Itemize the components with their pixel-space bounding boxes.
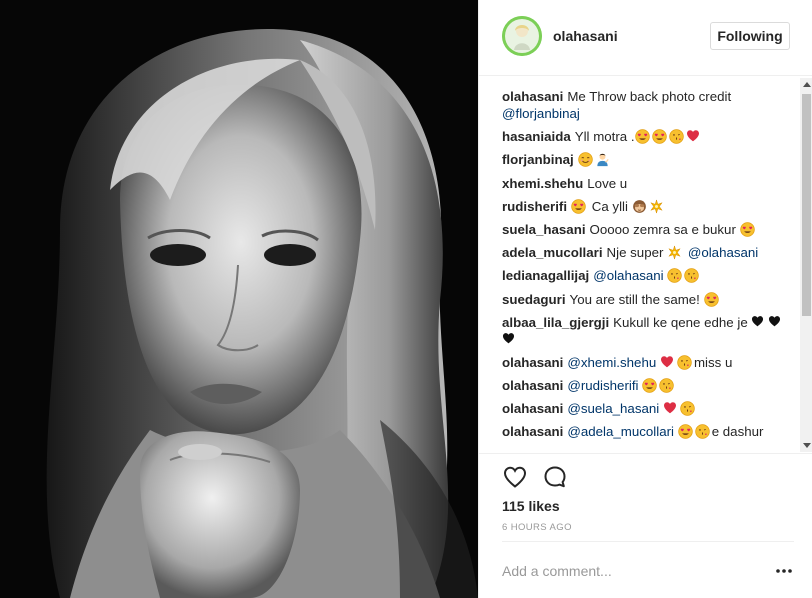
post-panel: olahasani Following olahasani Me Throw ba… (478, 0, 812, 598)
kiss-emoji-icon (668, 129, 684, 144)
comment-username[interactable]: suedaguri (502, 292, 566, 307)
kiss-emoji-icon (677, 355, 692, 370)
scroll-thumb[interactable] (802, 94, 811, 316)
add-comment-bar (502, 541, 794, 598)
speech-bubble-icon[interactable] (542, 464, 568, 490)
comment-text: Ca ylli (588, 198, 632, 214)
comment-username[interactable]: albaa_lila_gjergji (502, 315, 609, 330)
comment-item: adela_mucollari Nje super @olahasani (502, 244, 794, 261)
comment-username[interactable]: olahasani (502, 424, 563, 439)
comment-mention-link[interactable]: @adela_mucollari (567, 424, 674, 439)
heart-eyes-emoji-icon (739, 222, 755, 237)
heart-emoji-icon (663, 401, 678, 416)
heart-emoji-icon (686, 129, 701, 144)
comment-username[interactable]: ledianagallijaj (502, 268, 589, 283)
more-options-icon[interactable] (774, 561, 794, 581)
comment-username[interactable]: suela_hasani (502, 222, 586, 237)
post-timestamp[interactable]: 6 HOURS AGO (502, 522, 572, 533)
comment-text: Love u (587, 175, 628, 191)
comments-list[interactable]: olahasani Me Throw back photo credit @flo… (502, 88, 794, 458)
see-no-evil-monkey-emoji-icon (632, 199, 647, 214)
comment-username[interactable]: olahasani (502, 89, 563, 104)
heart-eyes-emoji-icon (642, 378, 657, 393)
avatar[interactable] (502, 16, 542, 56)
kiss-emoji-icon (684, 268, 700, 284)
comment-username[interactable]: olahasani (502, 378, 563, 393)
heart-eyes-emoji-icon (571, 199, 586, 214)
sparkle-emoji-icon (649, 198, 664, 214)
post-photo[interactable] (0, 0, 478, 598)
heart-eyes-emoji-icon (703, 291, 719, 307)
comment-mention-link[interactable]: @florjanbinaj (502, 106, 580, 121)
add-comment-input[interactable] (502, 560, 742, 582)
comment-item: olahasani Me Throw back photo credit @flo… (502, 88, 794, 122)
comment-item: hasaniaida Yll motra . (502, 128, 794, 145)
comment-username[interactable]: hasaniaida (502, 129, 571, 144)
comment-text: Yll motra . (574, 129, 635, 145)
following-button[interactable]: Following (710, 22, 790, 50)
scroll-down-arrow-icon[interactable] (803, 443, 811, 448)
comment-mention-link[interactable]: @suela_hasani (567, 401, 659, 416)
comment-mention-link[interactable]: @rudisherifi (567, 378, 638, 393)
kiss-emoji-icon (694, 424, 710, 440)
likes-count[interactable]: 115 likes (502, 498, 560, 514)
header-username[interactable]: olahasani (553, 28, 618, 44)
heart-eyes-emoji-icon (634, 129, 650, 144)
comment-username[interactable]: xhemi.shehu (502, 176, 583, 191)
comment-mention-link[interactable]: @olahasani (593, 268, 663, 283)
post-actions: 115 likes 6 HOURS AGO (479, 453, 812, 541)
comment-item: olahasani @rudisherifi (502, 377, 794, 394)
comment-item: suela_hasani Ooooo zemra sa e bukur (502, 221, 794, 238)
black-heart-emoji-icon (502, 332, 517, 347)
kiss-emoji-icon (667, 268, 683, 284)
comment-item: olahasani @adela_mucollari e dashur (502, 423, 794, 440)
comment-username[interactable]: olahasani (502, 401, 563, 416)
comment-item: olahasani @suela_hasani (502, 400, 794, 417)
comment-username[interactable]: florjanbinaj (502, 152, 574, 167)
comment-text: Kukull ke qene edhe je (613, 314, 752, 330)
comment-item: ledianagallijaj @olahasani (502, 267, 794, 284)
comment-text: Me Throw back photo credit (567, 89, 732, 104)
comment-item: florjanbinaj (502, 151, 794, 168)
black-heart-emoji-icon (751, 315, 766, 330)
comment-text: You are still the same! (569, 291, 704, 307)
comment-item: suedaguri You are still the same! (502, 291, 794, 308)
heart-emoji-icon (660, 355, 675, 370)
smile-emoji-icon (577, 152, 593, 168)
comment-item: xhemi.shehu Love u (502, 175, 794, 192)
comment-username[interactable]: rudisherifi (502, 199, 567, 214)
comment-text: Nje super (606, 245, 668, 261)
comment-text: Ooooo zemra sa e bukur (589, 221, 740, 237)
post-header: olahasani Following (479, 0, 812, 76)
heart-eyes-emoji-icon (677, 424, 693, 440)
person-tipping-hand-emoji-icon (595, 152, 610, 167)
comment-username[interactable]: adela_mucollari (502, 245, 603, 260)
comment-username[interactable]: olahasani (502, 355, 563, 370)
comment-item: olahasani @xhemi.shehu miss u (502, 354, 794, 371)
sparkle-emoji-icon (667, 245, 682, 260)
comment-text: miss u (693, 354, 733, 370)
kiss-emoji-icon (680, 401, 695, 416)
comment-text: e dashur (711, 424, 764, 440)
heart-eyes-emoji-icon (651, 129, 667, 144)
black-heart-emoji-icon (768, 315, 783, 330)
scroll-up-arrow-icon[interactable] (803, 82, 811, 87)
comment-item: albaa_lila_gjergji Kukull ke qene edhe je (502, 314, 794, 348)
comment-item: rudisherifi Ca ylli (502, 198, 794, 215)
comments-scrollbar[interactable] (800, 78, 812, 452)
comment-mention-link[interactable]: @xhemi.shehu (567, 355, 656, 370)
post-dialog: olahasani Following olahasani Me Throw ba… (0, 0, 812, 598)
kiss-emoji-icon (659, 378, 674, 393)
heart-outline-icon[interactable] (502, 464, 528, 490)
comment-mention-link[interactable]: @olahasani (688, 245, 758, 260)
